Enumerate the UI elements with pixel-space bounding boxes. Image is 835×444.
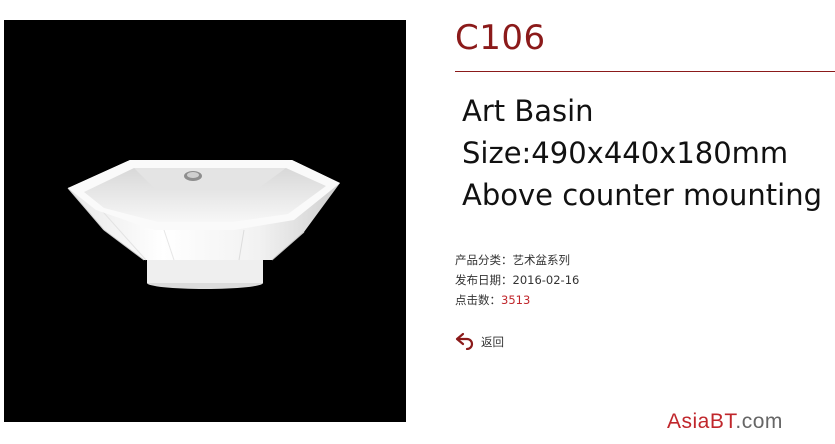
site-watermark: AsiaBT.com — [667, 410, 783, 434]
description-line: Art Basin — [462, 94, 594, 128]
watermark-part1: Asia — [667, 410, 710, 433]
meta-clicks-label: 点击数： — [455, 293, 501, 307]
return-arrow-icon — [455, 330, 475, 353]
meta-category: 产品分类：艺术盆系列 — [455, 250, 579, 270]
back-button[interactable]: 返回 — [455, 330, 504, 353]
watermark-part3: .com — [735, 410, 783, 433]
meta-date-label: 发布日期： — [455, 273, 513, 287]
meta-clicks: 点击数：3513 — [455, 290, 579, 310]
description-line: Size:490x440x180mm — [462, 136, 789, 170]
title-divider — [455, 71, 835, 72]
basin-illustration — [67, 160, 340, 289]
meta-category-label: 产品分类： — [455, 253, 513, 267]
meta-clicks-value: 3513 — [501, 293, 531, 307]
product-code-title: C106 — [455, 18, 546, 58]
description-line: Above counter mounting — [462, 178, 822, 212]
back-label[interactable]: 返回 — [481, 334, 504, 350]
watermark-part2: BT — [709, 410, 736, 433]
product-image — [4, 20, 406, 422]
product-meta: 产品分类：艺术盆系列 发布日期：2016-02-16 点击数：3513 — [455, 250, 579, 310]
meta-category-value[interactable]: 艺术盆系列 — [513, 253, 571, 267]
meta-date: 发布日期：2016-02-16 — [455, 270, 579, 290]
meta-date-value: 2016-02-16 — [512, 273, 580, 287]
product-description: Art Basin Size:490x440x180mm Above count… — [462, 90, 822, 216]
